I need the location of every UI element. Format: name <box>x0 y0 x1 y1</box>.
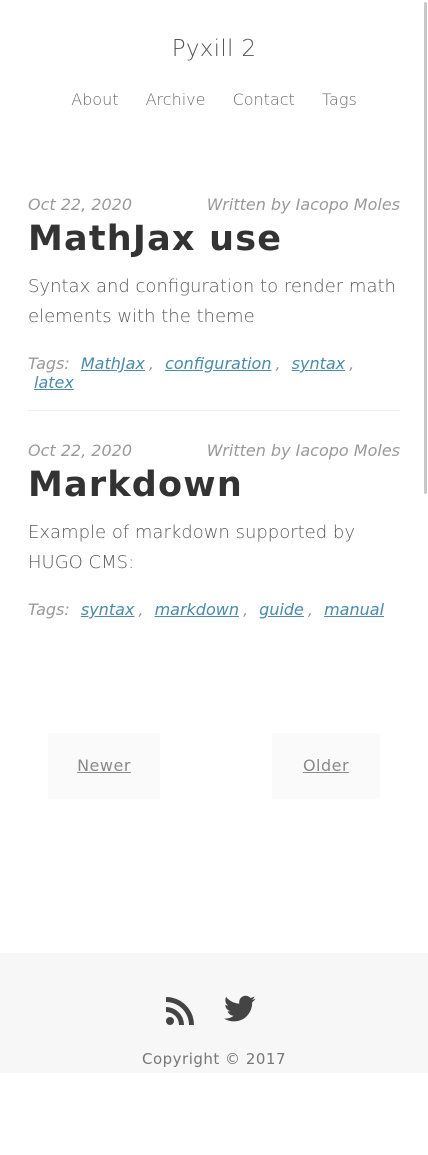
post-summary[interactable]: Example of markdown supported by HUGO CM… <box>28 518 400 578</box>
post-tags: Tags: syntax, markdown, guide, manual <box>28 600 385 619</box>
post-divider <box>28 410 400 411</box>
post-preview: Oct 22, 2020 Written by Iacopo Moles Mar… <box>28 440 400 619</box>
post-author: Written by Iacopo Moles <box>206 195 400 214</box>
nav-item-tags[interactable]: Tags <box>322 90 357 109</box>
main-nav: About Archive Contact Tags <box>0 90 428 109</box>
tag-link[interactable]: configuration <box>165 354 271 373</box>
post-date: Oct 22, 2020 <box>28 441 132 460</box>
nav-item-archive[interactable]: Archive <box>146 90 206 109</box>
post-tags: Tags: MathJax, configuration, syntax, la… <box>28 354 355 392</box>
post-meta: Oct 22, 2020 Written by Iacopo Moles <box>28 194 400 216</box>
post-preview: Oct 22, 2020 Written by Iacopo Moles Mat… <box>28 194 400 392</box>
newer-button[interactable]: Newer <box>48 733 160 799</box>
copyright: Copyright © 2017 <box>141 1050 286 1068</box>
tag-link[interactable]: syntax <box>81 600 135 619</box>
footer-social-links <box>0 993 428 1029</box>
tags-label: Tags: <box>28 600 70 619</box>
tag-link[interactable]: guide <box>259 600 304 619</box>
nav-item-about[interactable]: About <box>71 90 118 109</box>
tag-link[interactable]: markdown <box>155 600 239 619</box>
post-author: Written by Iacopo Moles <box>206 441 400 460</box>
post-meta: Oct 22, 2020 Written by Iacopo Moles <box>28 440 400 462</box>
nav-item-contact[interactable]: Contact <box>233 90 295 109</box>
tag-link[interactable]: syntax <box>292 354 346 373</box>
footer: Copyright © 2017 <box>0 953 428 1073</box>
twitter-icon[interactable] <box>224 995 256 1023</box>
rss-icon[interactable] <box>165 996 195 1026</box>
older-button[interactable]: Older <box>272 733 380 799</box>
tag-link[interactable]: MathJax <box>81 354 145 373</box>
page: Pyxill 2 About Archive Contact Tags Oct … <box>0 0 428 1155</box>
scrollbar[interactable] <box>424 2 427 494</box>
tags-label: Tags: <box>28 354 70 373</box>
post-date: Oct 22, 2020 <box>28 195 132 214</box>
post-summary[interactable]: Syntax and configuration to render math … <box>28 272 400 332</box>
post-title[interactable]: Markdown <box>28 464 400 506</box>
tag-link[interactable]: manual <box>324 600 384 619</box>
post-title[interactable]: MathJax use <box>28 218 400 260</box>
tag-link[interactable]: latex <box>34 373 74 392</box>
site-title[interactable]: Pyxill 2 <box>0 36 428 62</box>
